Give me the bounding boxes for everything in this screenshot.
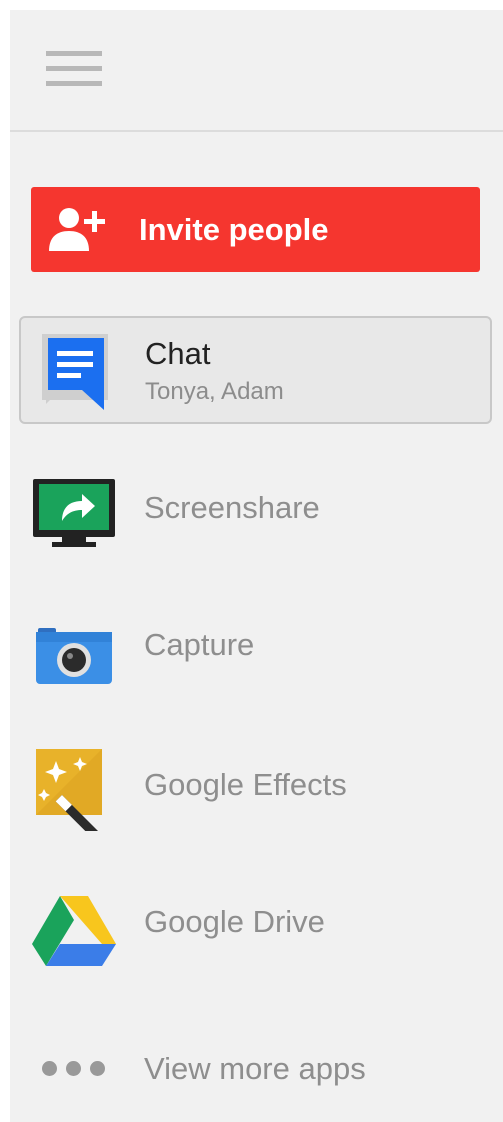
apps-sidebar: Invite people Chat Tonya, Adam Screensha… bbox=[10, 10, 503, 1122]
chat-title: Chat bbox=[145, 336, 211, 371]
chat-bubble-icon bbox=[42, 334, 108, 410]
view-more-apps-label: View more apps bbox=[144, 1051, 366, 1086]
hamburger-menu-icon[interactable] bbox=[46, 51, 102, 87]
camera-icon bbox=[36, 628, 112, 684]
google-effects-label: Google Effects bbox=[144, 767, 347, 802]
chat-participants: Tonya, Adam bbox=[145, 378, 284, 405]
app-google-effects[interactable]: Google Effects bbox=[10, 735, 503, 835]
screenshare-icon bbox=[33, 479, 115, 547]
google-drive-icon bbox=[32, 896, 116, 966]
view-more-apps[interactable]: View more apps bbox=[10, 1014, 503, 1114]
google-drive-label: Google Drive bbox=[144, 904, 325, 939]
invite-people-label: Invite people bbox=[139, 212, 329, 247]
more-dots-icon bbox=[42, 1061, 106, 1077]
invite-people-button[interactable]: Invite people bbox=[31, 187, 480, 272]
app-screenshare[interactable]: Screenshare bbox=[10, 458, 503, 558]
capture-label: Capture bbox=[144, 627, 255, 662]
screenshare-label: Screenshare bbox=[144, 490, 320, 525]
app-chat[interactable]: Chat Tonya, Adam bbox=[19, 316, 492, 424]
app-capture[interactable]: Capture bbox=[10, 597, 503, 697]
app-google-drive[interactable]: Google Drive bbox=[10, 874, 503, 974]
sidebar-header bbox=[10, 10, 503, 132]
magic-wand-icon bbox=[36, 749, 102, 831]
add-person-icon bbox=[49, 208, 105, 251]
